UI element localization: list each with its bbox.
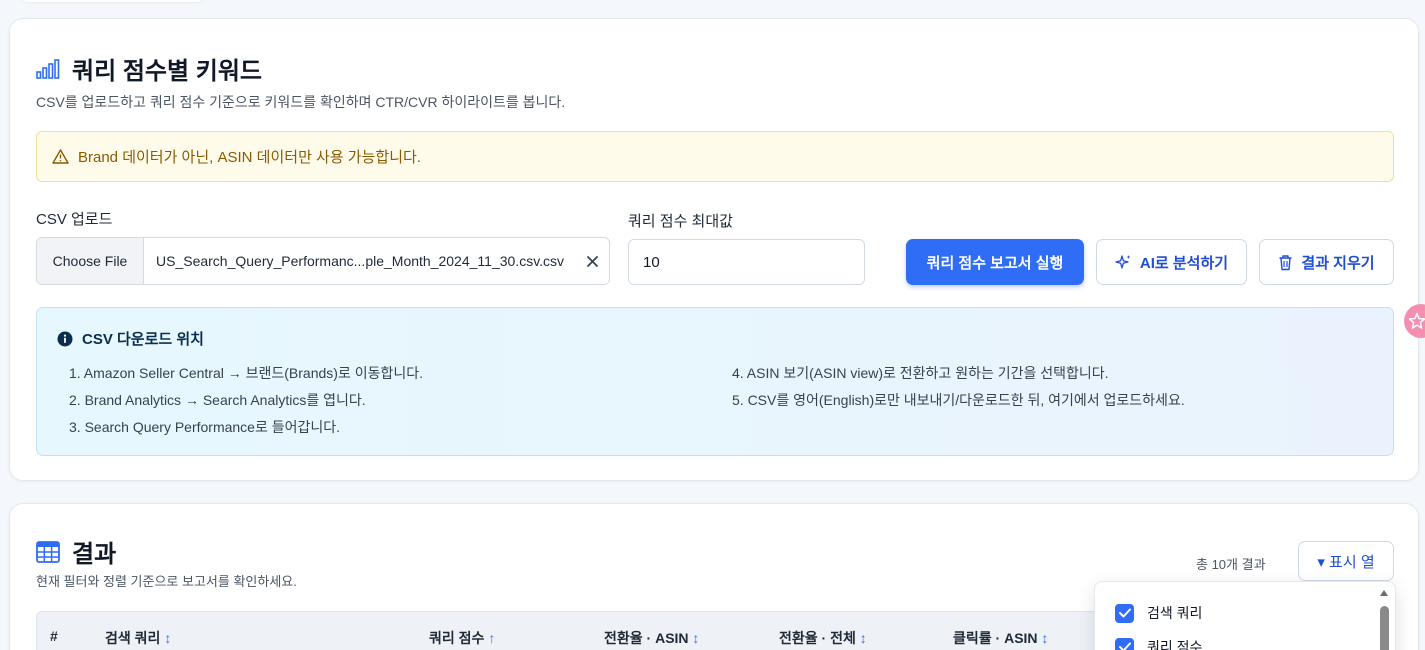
clear-results-label: 결과 지우기 [1301,254,1375,272]
col-search-query[interactable]: 검색 쿼리 ↕ [105,628,171,648]
run-report-button[interactable]: 쿼리 점수 보고서 실행 [906,239,1084,285]
page-title: 쿼리 점수별 키워드 [72,58,262,85]
show-columns-button[interactable]: ▾ 표시 열 [1298,541,1394,581]
warning-banner: Brand 데이터가 아닌, ASIN 데이터만 사용 가능합니다. [36,131,1394,182]
sort-icon: ↕ [164,630,172,646]
clear-results-button[interactable]: 결과 지우기 [1259,239,1394,285]
results-header: 결과 [36,534,116,569]
sort-asc-icon: ↑ [488,630,496,646]
max-score-label: 쿼리 점수 최대값 [628,213,733,230]
info-step: 3. Search Query Performance로 들어갑니다. [69,419,341,435]
results-title: 결과 [72,541,117,568]
col-cvr-total[interactable]: 전환율 · 전체 ↕ [779,628,867,648]
csv-download-info: CSV 다운로드 위치 1. Amazon Seller Central → 브… [36,307,1394,456]
sort-icon: ↕ [859,630,867,646]
checkbox-checked-icon[interactable] [1115,637,1134,650]
ai-analyze-label: AI로 분석하기 [1139,254,1229,272]
info-icon [57,331,82,347]
sort-icon: ↕ [1041,630,1049,646]
sparkle-icon [1115,254,1140,271]
info-step: 4. ASIN 보기(ASIN view)로 전환하고 원하는 기간을 선택합니… [732,365,1109,381]
result-count: 총 10개 결과 [1196,557,1266,572]
info-step: 5. CSV를 영어(English)로만 내보내기/다운로드한 뒤, 여기에서… [732,392,1185,408]
clear-file-icon[interactable] [575,255,609,268]
info-step: 2. Brand Analytics → Search Analytics를 엽… [69,392,366,408]
results-subtitle: 현재 필터와 정렬 기준으로 보고서를 확인하세요. [36,574,297,589]
selected-file-name: US_Search_Query_Performanc...ple_Month_2… [156,253,565,269]
warning-icon [52,149,78,164]
top-card-edge [20,0,205,2]
col-query-score[interactable]: 쿼리 점수 ↑ [429,628,495,648]
column-visibility-menu: 검색 쿼리 쿼리 점수 [1094,581,1396,650]
ai-analyze-button[interactable]: AI로 분석하기 [1096,239,1247,285]
choose-file-button[interactable]: Choose File [37,238,144,284]
table-icon [36,540,60,563]
column-toggle-label: 검색 쿼리 [1147,605,1203,621]
sort-icon: ↕ [692,630,700,646]
col-cvr-asin[interactable]: 전환율 · ASIN ↕ [604,628,699,648]
info-step: 1. Amazon Seller Central → 브랜드(Brands)로 … [69,365,424,381]
scrollbar-thumb[interactable] [1380,606,1389,650]
max-score-input[interactable]: 10 [628,239,865,285]
csv-upload-label: CSV 업로드 [36,211,113,228]
warning-text: Brand 데이터가 아닌, ASIN 데이터만 사용 가능합니다. [78,149,421,166]
column-toggle-search-query[interactable]: 검색 쿼리 [1115,603,1202,623]
column-toggle-query-score[interactable]: 쿼리 점수 [1115,637,1202,650]
column-toggle-label: 쿼리 점수 [1147,639,1203,650]
col-ctr-asin[interactable]: 클릭률 · ASIN ↕ [953,628,1048,648]
query-score-card: 쿼리 점수별 키워드 CSV를 업로드하고 쿼리 점수 기준으로 키워드를 확인… [9,18,1419,481]
info-title-text: CSV 다운로드 위치 [82,331,204,348]
csv-file-input[interactable]: Choose File US_Search_Query_Performanc..… [36,237,610,285]
trash-icon [1278,254,1301,271]
col-index: # [50,628,58,644]
bar-chart-icon [36,58,60,80]
page-subtitle: CSV를 업로드하고 쿼리 점수 기준으로 키워드를 확인하며 CTR/CVR … [36,94,566,110]
card-header: 쿼리 점수별 키워드 [36,51,262,86]
menu-scrollbar[interactable] [1379,588,1389,650]
info-title: CSV 다운로드 위치 [57,328,204,349]
scroll-up-icon [1380,590,1388,596]
checkbox-checked-icon[interactable] [1115,603,1134,623]
